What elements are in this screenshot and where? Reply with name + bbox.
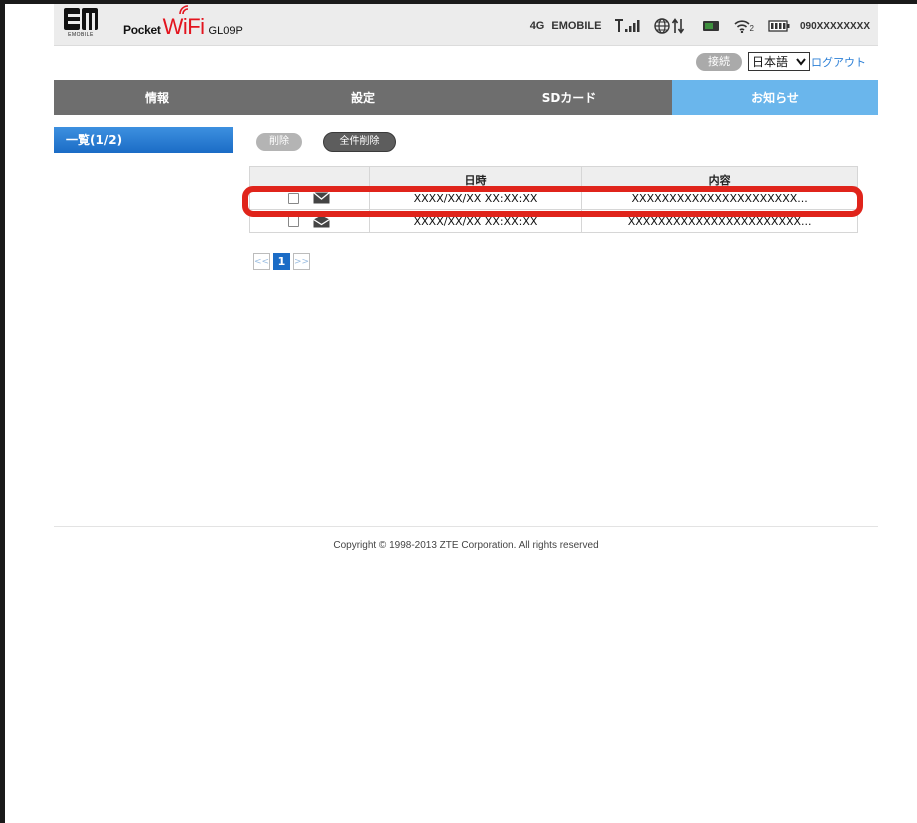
row-datetime: XXXX/XX/XX XX:XX:XX	[368, 209, 583, 233]
logout-link[interactable]: ログアウト	[811, 54, 866, 70]
row-select-cell	[249, 209, 370, 233]
wifi-arc-icon	[179, 5, 189, 15]
message-table: 日時 内容 XXXX/XX/XX XX:XX:XX XXXXXXXXXXXXXX…	[249, 166, 858, 233]
read-mail-icon	[313, 215, 331, 227]
phone-number: 090XXXXXXXX	[799, 20, 870, 32]
table-row[interactable]: XXXX/XX/XX XX:XX:XX XXXXXXXXXXXXXXXXXXXX…	[249, 186, 858, 210]
network-type: 4G	[529, 20, 545, 32]
pagination-page-current[interactable]: 1	[273, 253, 290, 270]
connect-button[interactable]: 接続	[696, 53, 742, 71]
unread-mail-icon	[313, 192, 331, 204]
tab-settings[interactable]: 設定	[260, 80, 466, 115]
toolbar: 接続 日本語 ログアウト	[54, 48, 878, 78]
wifi-status: 2	[733, 19, 754, 33]
delete-button[interactable]: 削除	[256, 133, 302, 151]
signal-strength-icon	[614, 19, 639, 32]
table-header-row: 日時 内容	[249, 166, 858, 187]
sidebar-item-list[interactable]: 一覧(1/2)	[54, 127, 233, 153]
pagination-next-button[interactable]: >>	[293, 253, 310, 270]
column-header-datetime: 日時	[368, 166, 583, 187]
emobile-logo-text: EMOBILE	[68, 32, 94, 38]
tab-info[interactable]: 情報	[54, 80, 260, 115]
row-checkbox[interactable]	[288, 192, 300, 204]
copyright-text: Copyright © 1998-2013 ZTE Corporation. A…	[333, 540, 599, 551]
internet-connection-icon	[653, 18, 684, 34]
row-content[interactable]: XXXXXXXXXXXXXXXXXXXXXXX...	[581, 209, 858, 233]
sim-card-icon	[702, 21, 719, 31]
language-select[interactable]: 日本語	[748, 52, 810, 71]
tab-notifications[interactable]: お知らせ	[672, 80, 878, 115]
brand-wifi: WiFi	[162, 14, 205, 39]
row-datetime: XXXX/XX/XX XX:XX:XX	[368, 186, 583, 210]
battery-icon	[768, 20, 790, 32]
wifi-client-count: 2	[749, 24, 754, 33]
row-content[interactable]: XXXXXXXXXXXXXXXXXXXXXX...	[581, 186, 858, 210]
column-header-content: 内容	[581, 166, 858, 187]
chevron-down-icon	[796, 58, 806, 66]
em-logo-icon	[64, 8, 98, 30]
table-row[interactable]: XXXX/XX/XX XX:XX:XX XXXXXXXXXXXXXXXXXXXX…	[249, 209, 858, 233]
brand-model: GL09P	[208, 25, 243, 37]
pocketwifi-brand: Pocket WiFi GL09P	[123, 5, 243, 39]
row-checkbox[interactable]	[288, 215, 300, 227]
window-frame-left	[0, 0, 5, 823]
column-header-select	[249, 166, 370, 187]
main-nav: 情報 設定 SDカード お知らせ	[54, 80, 878, 115]
carrier-name: EMOBILE	[551, 20, 602, 32]
brand-pocket: Pocket	[123, 23, 161, 37]
status-bar: 4G EMOBILE 2 090XXXXXXXX	[518, 17, 870, 35]
row-select-cell	[249, 186, 370, 210]
footer-divider	[54, 526, 878, 527]
pagination-prev-button[interactable]: <<	[253, 253, 270, 270]
language-value: 日本語	[752, 55, 789, 69]
delete-all-button[interactable]: 全件削除	[323, 132, 396, 152]
header-bar: EMOBILE Pocket WiFi GL09P 4G EMOBILE 2 0…	[54, 4, 878, 46]
tab-sd-card[interactable]: SDカード	[466, 80, 672, 115]
wifi-icon	[733, 20, 750, 33]
emobile-logo: EMOBILE	[64, 8, 98, 40]
pagination: << 1 >>	[253, 253, 313, 270]
